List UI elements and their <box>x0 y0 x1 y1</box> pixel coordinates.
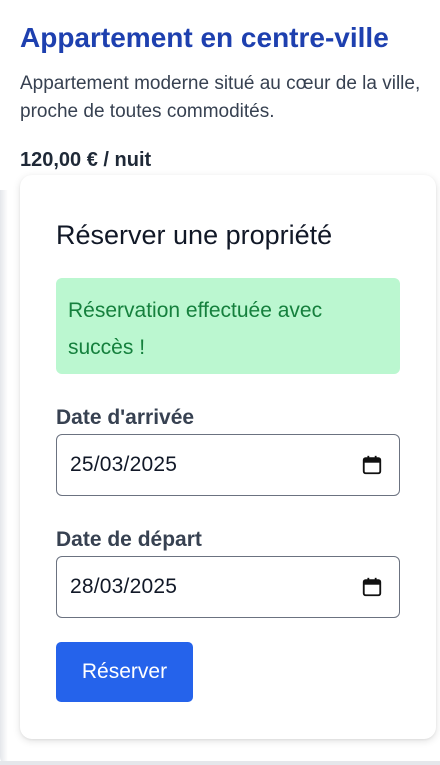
listing-description: Appartement moderne situé au cœur de la … <box>20 73 421 122</box>
arrival-date-label: Date d'arrivée <box>56 406 195 429</box>
departure-date-input[interactable]: 28/03/2025 <box>56 556 400 618</box>
page-edge-shadow <box>0 190 8 765</box>
departure-date-label: Date de départ <box>56 528 202 551</box>
listing-title: Appartement en centre-ville <box>20 22 389 53</box>
page-bottom-divider <box>0 761 440 765</box>
departure-date-value: 28/03/2025 <box>70 575 178 598</box>
arrival-date-input[interactable]: 25/03/2025 <box>56 434 400 496</box>
page: Appartement en centre-ville Appartement … <box>0 0 440 765</box>
arrival-date-value: 25/03/2025 <box>70 453 178 476</box>
calendar-icon[interactable] <box>361 454 383 476</box>
booking-card: Réserver une propriété Réservation effec… <box>20 175 436 739</box>
listing-price: 120,00 € / nuit <box>20 149 152 171</box>
calendar-icon[interactable] <box>361 576 383 598</box>
booking-title: Réserver une propriété <box>56 220 333 250</box>
reserve-button[interactable]: Réserver <box>56 642 193 702</box>
success-alert: Réservation effectuée avec succès ! <box>56 278 400 374</box>
